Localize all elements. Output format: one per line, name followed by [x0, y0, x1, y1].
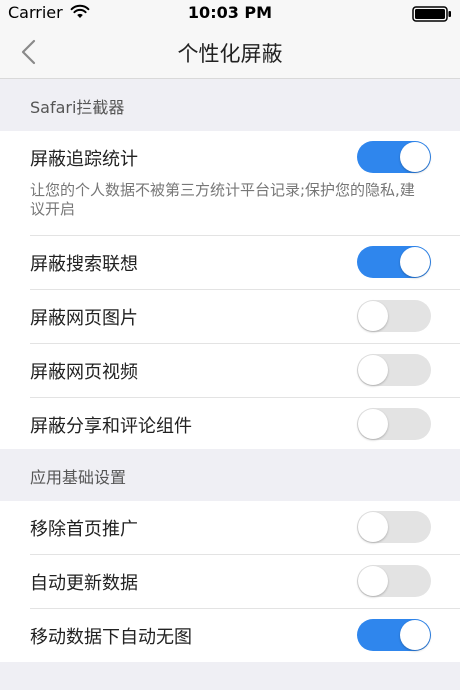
setting-row-block-tracking: 屏蔽追踪统计 让您的个人数据不被第三方统计平台记录;保护您的隐私,建议开启: [30, 131, 460, 236]
setting-description: 让您的个人数据不被第三方统计平台记录;保护您的隐私,建议开启: [30, 181, 415, 218]
nav-bar: 个性化屏蔽: [0, 26, 460, 79]
toggle-knob: [400, 620, 430, 650]
toggle-switch[interactable]: [357, 619, 431, 651]
section-header-app-settings: 应用基础设置: [0, 449, 460, 501]
setting-label: 屏蔽分享和评论组件: [30, 416, 192, 437]
toggle-knob: [358, 409, 388, 439]
toggle-switch[interactable]: [357, 246, 431, 278]
setting-row-remove-promo: 移除首页推广: [30, 501, 460, 555]
setting-label: 屏蔽追踪统计: [30, 149, 138, 170]
setting-row-block-videos: 屏蔽网页视频: [30, 344, 460, 398]
setting-label: 移除首页推广: [30, 519, 138, 540]
toggle-switch[interactable]: [357, 408, 431, 440]
section-header-label: 应用基础设置: [30, 468, 127, 487]
setting-row-block-search-suggest: 屏蔽搜索联想: [30, 236, 460, 290]
setting-label: 屏蔽网页图片: [30, 308, 138, 329]
battery-icon: [412, 6, 451, 22]
toggle-knob: [400, 247, 430, 277]
setting-label: 自动更新数据: [30, 573, 138, 594]
setting-row-auto-update: 自动更新数据: [30, 555, 460, 609]
toggle-switch[interactable]: [357, 354, 431, 386]
setting-row-block-images: 屏蔽网页图片: [30, 290, 460, 344]
toggle-knob: [358, 301, 388, 331]
toggle-switch[interactable]: [357, 565, 431, 597]
setting-row-block-share-widgets: 屏蔽分享和评论组件: [30, 398, 460, 451]
section-header-label: Safari拦截器: [30, 98, 125, 117]
status-time: 10:03 PM: [187, 3, 273, 22]
toggle-switch[interactable]: [357, 141, 431, 173]
setting-row-no-images-mobile: 移动数据下自动无图: [30, 609, 460, 662]
setting-label: 屏蔽搜索联想: [30, 254, 138, 275]
settings-group-safari: 屏蔽追踪统计 让您的个人数据不被第三方统计平台记录;保护您的隐私,建议开启 屏蔽…: [0, 131, 460, 451]
setting-label: 屏蔽网页视频: [30, 362, 138, 383]
toggle-knob: [358, 512, 388, 542]
setting-label: 移动数据下自动无图: [30, 627, 192, 648]
toggle-switch[interactable]: [357, 300, 431, 332]
settings-group-app: 移除首页推广 自动更新数据 移动数据下自动无图: [0, 501, 460, 662]
section-header-safari: Safari拦截器: [0, 79, 460, 131]
page-title: 个性化屏蔽: [177, 42, 283, 66]
toggle-knob: [400, 142, 430, 172]
toggle-knob: [358, 566, 388, 596]
status-bar: Carrier 10:03 PM: [0, 0, 460, 26]
toggle-knob: [358, 355, 388, 385]
toggle-switch[interactable]: [357, 511, 431, 543]
